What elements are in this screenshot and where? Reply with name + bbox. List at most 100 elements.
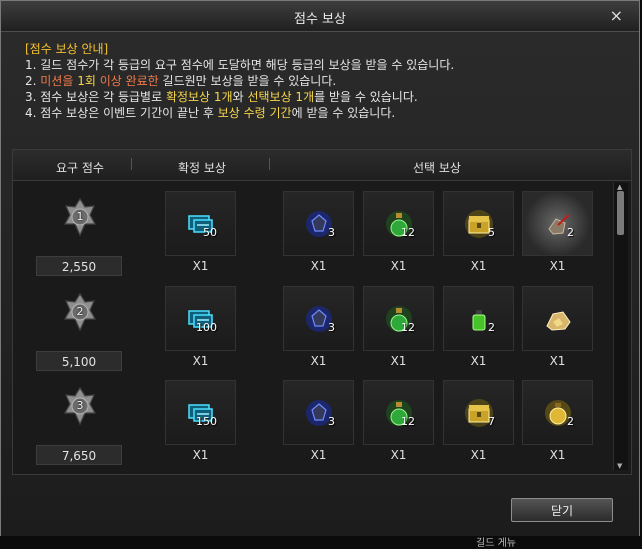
item-quantity: X1 bbox=[549, 259, 566, 273]
item-quantity: X1 bbox=[470, 448, 487, 462]
reward-cell[interactable]: 3 bbox=[283, 380, 354, 445]
grade-number: 3 bbox=[76, 399, 84, 412]
info-line-3: 3. 점수 보상은 각 등급별로 확정보상 1개와 선택보상 1개를 받을 수 … bbox=[25, 89, 454, 105]
item-quantity: X1 bbox=[192, 354, 209, 368]
reward-cell[interactable]: 12 bbox=[363, 286, 434, 351]
item-quantity: X1 bbox=[310, 354, 327, 368]
reward-cell[interactable]: 50 bbox=[165, 191, 236, 256]
grade-badge-icon: 3 bbox=[63, 386, 97, 426]
table-header: 요구 점수 확정 보상 선택 보상 bbox=[13, 150, 631, 181]
reward-cell[interactable]: 5 bbox=[443, 191, 514, 256]
select-reward-slot[interactable]: 2 X1 bbox=[522, 380, 593, 468]
item-quantity: X1 bbox=[390, 448, 407, 462]
select-reward-slot[interactable]: 3 X1 bbox=[283, 380, 354, 468]
item-count: 7 bbox=[488, 415, 495, 428]
reward-cell[interactable]: 7 bbox=[443, 380, 514, 445]
info-line-2-highlight-a: 미션을 bbox=[40, 74, 78, 88]
fixed-reward-slot[interactable]: 150 X1 bbox=[165, 380, 236, 468]
grade-number: 1 bbox=[76, 210, 84, 223]
select-reward-slot[interactable]: 2 X1 bbox=[443, 286, 514, 374]
item-count: 100 bbox=[196, 321, 217, 334]
reward-cell[interactable]: 150 bbox=[165, 380, 236, 445]
item-count: 12 bbox=[401, 226, 415, 239]
info-line-3-mid: 와 bbox=[232, 90, 248, 104]
title-bar[interactable]: 점수 보상 × bbox=[1, 1, 639, 32]
info-line-2-highlight-b: 1회 bbox=[77, 74, 96, 88]
required-score: 5,100 bbox=[36, 351, 122, 371]
info-line-3-highlight-b: 선택보상 1개 bbox=[247, 90, 315, 104]
background-footer: 길드 게뉴 bbox=[0, 536, 642, 549]
window-title: 점수 보상 bbox=[294, 12, 346, 27]
reward-cell[interactable]: 100 bbox=[165, 286, 236, 351]
grade-badge-icon: 2 bbox=[63, 292, 97, 332]
select-reward-slot[interactable]: X1 bbox=[522, 286, 593, 374]
scroll-up-icon[interactable]: ▲ bbox=[617, 183, 622, 191]
header-fixed-reward: 확정 보상 bbox=[178, 161, 226, 175]
reward-cell[interactable]: 3 bbox=[283, 286, 354, 351]
reward-cell[interactable]: 12 bbox=[363, 380, 434, 445]
select-reward-slot[interactable]: 2 X1 bbox=[522, 191, 593, 279]
item-count: 150 bbox=[196, 415, 217, 428]
item-quantity: X1 bbox=[549, 354, 566, 368]
info-line-2: 2. 미션을 1회 이상 완료한 길드원만 보상을 받을 수 있습니다. bbox=[25, 73, 454, 89]
item-quantity: X1 bbox=[192, 448, 209, 462]
required-score: 2,550 bbox=[36, 256, 122, 276]
reward-cell[interactable]: 3 bbox=[283, 191, 354, 256]
required-score: 7,650 bbox=[36, 445, 122, 465]
reward-table: 요구 점수 확정 보상 선택 보상 1 2,550 50 X1 3 X1 12 … bbox=[12, 149, 632, 475]
header-select-reward: 선택 보상 bbox=[413, 161, 461, 175]
grade-number: 2 bbox=[76, 305, 84, 318]
item-count: 5 bbox=[488, 226, 495, 239]
item-quantity: X1 bbox=[549, 448, 566, 462]
item-quantity: X1 bbox=[310, 259, 327, 273]
select-reward-slot[interactable]: 12 X1 bbox=[363, 191, 434, 279]
vertical-scrollbar[interactable]: ▲ ▼ bbox=[613, 183, 628, 470]
scrollbar-thumb[interactable] bbox=[617, 191, 624, 235]
select-reward-slot[interactable]: 12 X1 bbox=[363, 286, 434, 374]
scroll-down-icon[interactable]: ▼ bbox=[617, 462, 622, 470]
info-heading: [점수 보상 안내] bbox=[25, 42, 109, 56]
item-quantity: X1 bbox=[310, 448, 327, 462]
table-row: 2 5,100 100 X1 3 X1 12 X1 2 X1 X1 bbox=[13, 286, 613, 380]
select-reward-slot[interactable]: 3 X1 bbox=[283, 191, 354, 279]
reward-cell[interactable]: 2 bbox=[522, 191, 593, 256]
reward-cell[interactable]: 2 bbox=[443, 286, 514, 351]
item-count: 12 bbox=[401, 321, 415, 334]
item-count: 12 bbox=[401, 415, 415, 428]
item-count: 3 bbox=[328, 415, 335, 428]
item-count: 3 bbox=[328, 321, 335, 334]
item-count: 50 bbox=[203, 226, 217, 239]
item-quantity: X1 bbox=[192, 259, 209, 273]
info-line-2-highlight-c: 이상 완료한 bbox=[95, 74, 159, 88]
table-row: 3 7,650 150 X1 3 X1 12 X1 7 X1 2 X1 bbox=[13, 380, 613, 474]
info-line-4-prefix: 4. 점수 보상은 이벤트 기간이 끝난 후 bbox=[25, 106, 218, 120]
item-quantity: X1 bbox=[390, 259, 407, 273]
item-quantity: X1 bbox=[470, 259, 487, 273]
score-reward-window: 점수 보상 × [점수 보상 안내] 1. 길드 점수가 각 등급의 요구 점수… bbox=[0, 0, 640, 545]
header-divider bbox=[269, 158, 270, 170]
item-quantity: X1 bbox=[390, 354, 407, 368]
header-score: 요구 점수 bbox=[56, 161, 104, 175]
info-line-4-rest: 에 받을 수 있습니다. bbox=[291, 106, 396, 120]
info-line-3-prefix: 3. 점수 보상은 각 등급별로 bbox=[25, 90, 166, 104]
select-reward-slot[interactable]: 3 X1 bbox=[283, 286, 354, 374]
reward-cell[interactable] bbox=[522, 286, 593, 351]
grade-badge-icon: 1 bbox=[63, 197, 97, 237]
select-reward-slot[interactable]: 7 X1 bbox=[443, 380, 514, 468]
fixed-reward-slot[interactable]: 100 X1 bbox=[165, 286, 236, 374]
info-line-4-highlight: 보상 수령 기간 bbox=[217, 106, 292, 120]
select-reward-slot[interactable]: 5 X1 bbox=[443, 191, 514, 279]
select-reward-slot[interactable]: 12 X1 bbox=[363, 380, 434, 468]
reward-cell[interactable]: 2 bbox=[522, 380, 593, 445]
gold-ore-icon bbox=[543, 304, 573, 334]
item-quantity: X1 bbox=[470, 354, 487, 368]
fixed-reward-slot[interactable]: 50 X1 bbox=[165, 191, 236, 279]
close-icon[interactable]: × bbox=[610, 6, 623, 25]
close-button[interactable]: 닫기 bbox=[511, 498, 613, 522]
reward-info: [점수 보상 안내] 1. 길드 점수가 각 등급의 요구 점수에 도달하면 해… bbox=[25, 41, 454, 121]
table-row: 1 2,550 50 X1 3 X1 12 X1 5 X1 2 X1 bbox=[13, 191, 613, 285]
info-line-2-prefix: 2. bbox=[25, 74, 41, 88]
reward-cell[interactable]: 12 bbox=[363, 191, 434, 256]
info-line-3-rest: 를 받을 수 있습니다. bbox=[314, 90, 418, 104]
reward-rows: 1 2,550 50 X1 3 X1 12 X1 5 X1 2 X1 2 5,1… bbox=[13, 181, 613, 474]
